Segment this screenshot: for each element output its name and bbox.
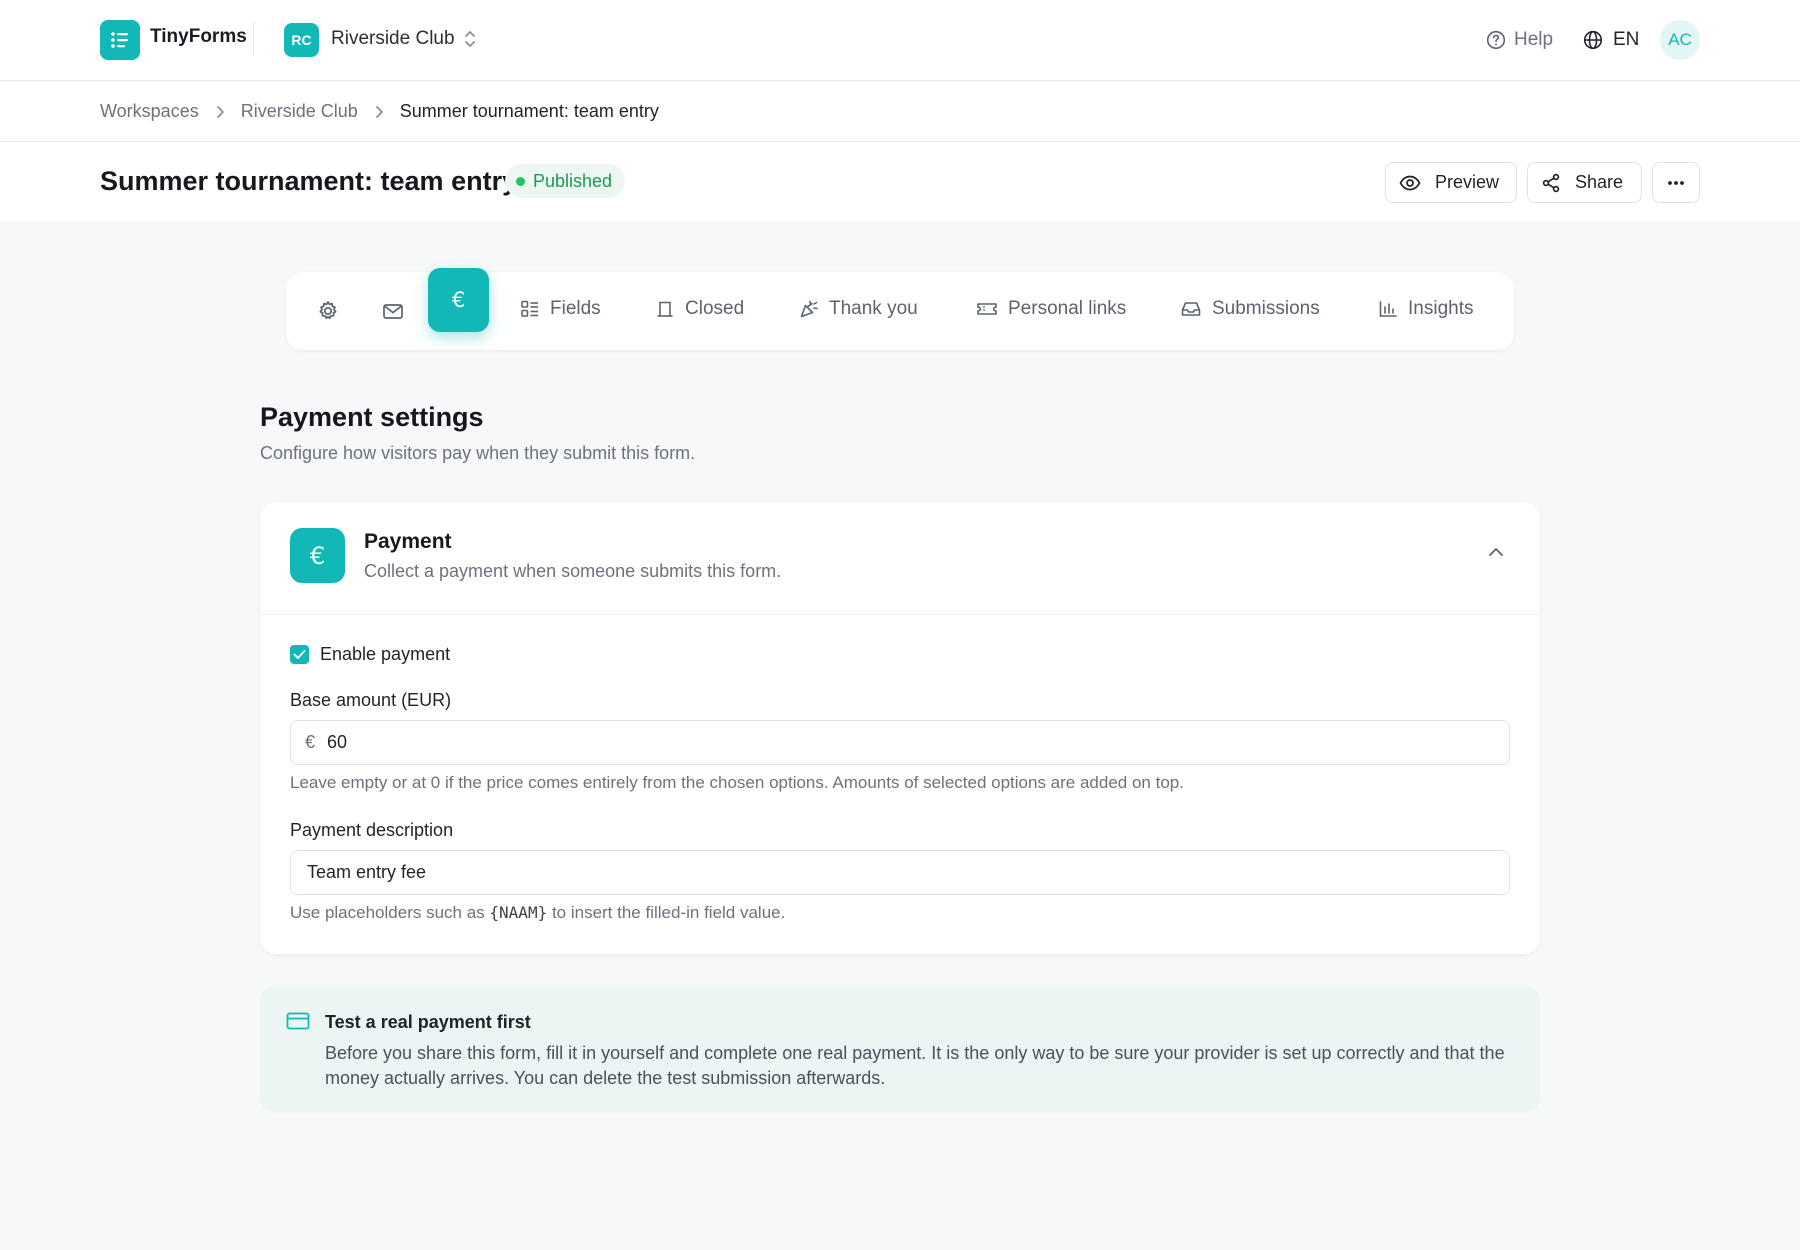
base-amount-label: Base amount (EUR)	[290, 690, 452, 710]
brand-logo-icon[interactable]	[100, 20, 140, 60]
workspace-name[interactable]: Riverside Club	[331, 28, 455, 50]
tab-fields[interactable]: Fields	[520, 298, 601, 320]
party-popper-icon	[800, 300, 818, 318]
form-tabs: € Fields Closed Thank you Personal links	[286, 268, 1514, 350]
tab-label: Fields	[550, 298, 601, 319]
payment-description-hint: Use placeholders such as {NAAM} to inser…	[290, 903, 785, 923]
breadcrumb: Workspaces Riverside Club Summer tournam…	[100, 101, 659, 122]
more-actions-button[interactable]	[1652, 162, 1700, 203]
currency-prefix: €	[305, 732, 316, 752]
payment-description-label: Payment description	[290, 820, 454, 840]
hint-text: to insert the filled-in field value.	[551, 903, 786, 922]
language-label: EN	[1613, 29, 1640, 50]
callout-body: Before you share this form, fill it in y…	[325, 1043, 1505, 1088]
section-subtitle: Configure how visitors pay when they sub…	[260, 443, 696, 463]
chevron-up-icon[interactable]	[1487, 545, 1505, 563]
eye-icon	[1399, 175, 1421, 190]
tab-label: Insights	[1408, 298, 1474, 319]
tab-label: Thank you	[829, 298, 918, 319]
test-payment-callout: Test a real payment first Before you sha…	[260, 985, 1540, 1113]
section-title: Payment settings	[260, 402, 484, 432]
share-button[interactable]: Share	[1527, 162, 1642, 203]
tab-email[interactable]	[380, 298, 406, 324]
breadcrumb-bar: Workspaces Riverside Club Summer tournam…	[0, 81, 1800, 142]
tab-insights[interactable]: Insights	[1378, 298, 1473, 320]
help-circle-icon	[1486, 30, 1506, 50]
payment-description-input[interactable]: Team entry fee	[290, 850, 1510, 895]
page-header: Summer tournament: team entry Published …	[0, 142, 1800, 221]
euro-icon: €	[451, 288, 466, 312]
top-bar: TinyForms RC Riverside Club Help EN AC	[0, 0, 1800, 81]
fields-list-icon	[521, 300, 538, 317]
brand-name[interactable]: TinyForms	[150, 26, 247, 48]
share-icon	[1542, 173, 1560, 192]
placeholder-token: {NAAM}	[489, 903, 548, 922]
page-title: Summer tournament: team entry	[100, 166, 518, 196]
status-dot	[516, 176, 525, 186]
share-label: Share	[1575, 172, 1624, 192]
credit-card-icon	[286, 1012, 310, 1035]
payment-card: € Payment Collect a payment when someone…	[260, 502, 1540, 954]
globe-icon	[1583, 30, 1603, 50]
help-label: Help	[1514, 29, 1554, 50]
preview-label: Preview	[1435, 172, 1500, 192]
user-avatar[interactable]: AC	[1660, 20, 1700, 60]
breadcrumb-current: Summer tournament: team entry	[399, 101, 659, 121]
divider	[253, 22, 254, 56]
mail-icon	[383, 304, 403, 319]
help-link[interactable]: Help	[1486, 29, 1553, 51]
base-amount-input[interactable]: € 60	[290, 720, 1510, 765]
tab-closed[interactable]: Closed	[655, 298, 744, 320]
breadcrumb-workspace[interactable]: Riverside Club	[241, 101, 358, 122]
status-badge: Published	[505, 164, 626, 198]
tab-personal-links[interactable]: Personal links	[976, 298, 1126, 320]
language-switcher[interactable]: EN	[1583, 29, 1639, 51]
euro-icon: €	[290, 528, 345, 583]
workspace-avatar[interactable]: RC	[284, 23, 319, 57]
chevron-right-icon	[215, 105, 225, 119]
tab-settings[interactable]	[315, 298, 341, 324]
hint-text: Use placeholders such as	[290, 903, 485, 922]
tab-label: Closed	[685, 298, 745, 319]
bar-chart-icon	[1379, 301, 1397, 317]
enable-payment-label[interactable]: Enable payment	[320, 644, 450, 665]
callout-title: Test a real payment first	[325, 1012, 531, 1032]
tab-label: Personal links	[1008, 298, 1127, 319]
breadcrumb-workspaces[interactable]: Workspaces	[100, 101, 199, 122]
more-horizontal-icon	[1668, 180, 1684, 185]
status-label: Published	[533, 170, 613, 191]
ticket-icon	[977, 303, 997, 315]
base-amount-hint: Leave empty or at 0 if the price comes e…	[290, 773, 1184, 792]
tab-payment[interactable]: €	[428, 268, 489, 332]
settings-gear-icon	[319, 301, 337, 320]
payment-card-description: Collect a payment when someone submits t…	[364, 561, 782, 581]
payment-card-header[interactable]: € Payment Collect a payment when someone…	[260, 502, 1540, 615]
chevron-right-icon	[374, 105, 384, 119]
check-icon	[293, 650, 306, 659]
tab-thank-you[interactable]: Thank you	[799, 298, 918, 320]
base-amount-value: 60	[327, 732, 348, 752]
tab-label: Submissions	[1212, 298, 1320, 319]
payment-description-value: Team entry fee	[307, 862, 427, 882]
payment-card-title: Payment	[364, 530, 452, 553]
preview-button[interactable]: Preview	[1385, 162, 1517, 203]
enable-payment-checkbox[interactable]	[290, 645, 309, 664]
closed-door-icon	[657, 301, 673, 317]
tab-submissions[interactable]: Submissions	[1180, 298, 1320, 320]
inbox-icon	[1181, 302, 1201, 316]
workspace-switch-icon[interactable]	[462, 28, 478, 55]
